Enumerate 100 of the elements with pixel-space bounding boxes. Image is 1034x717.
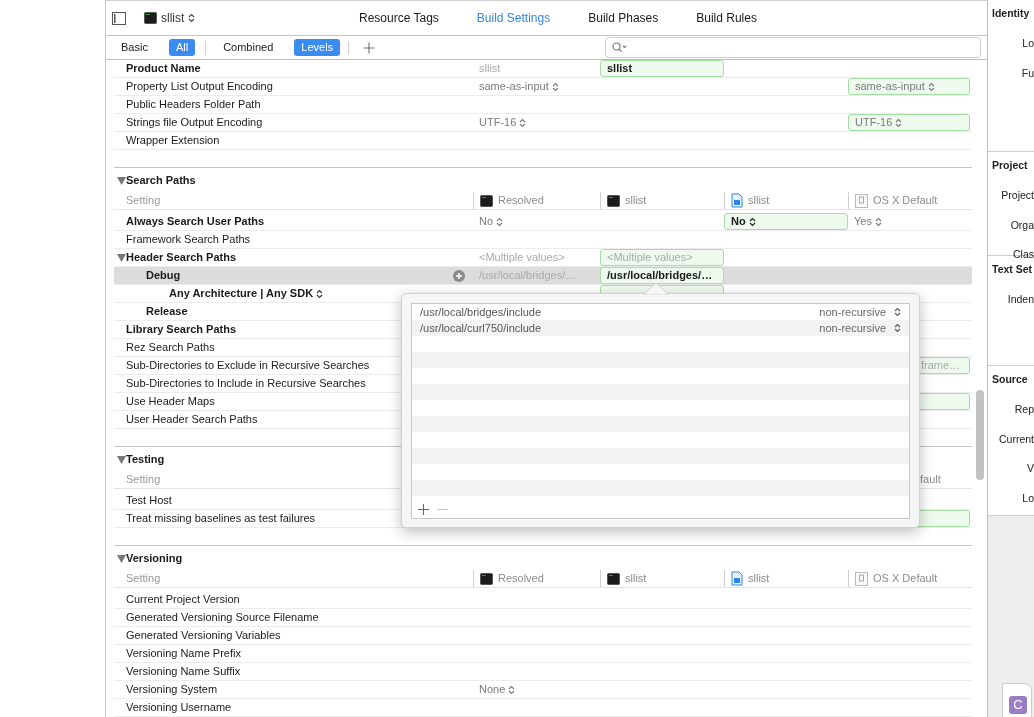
column-header: Resolved: [498, 193, 544, 209]
path-row[interactable]: /usr/local/curl750/include non-recursive: [412, 320, 909, 336]
disclosure-down-icon[interactable]: [117, 254, 126, 262]
terminal-icon: [480, 572, 493, 585]
search-field[interactable]: [605, 37, 981, 58]
column-header: sllist: [748, 193, 770, 209]
column-header: OS X Default: [873, 193, 938, 209]
setting-value: None: [479, 682, 506, 698]
filter-button[interactable]: Combined: [216, 39, 281, 56]
section-title: Versioning: [126, 550, 183, 566]
add-icon[interactable]: [363, 41, 376, 54]
disclosure-down-icon[interactable]: [117, 456, 126, 464]
device-icon: [855, 193, 868, 208]
value-field[interactable]: same-as-input: [848, 78, 970, 95]
inspector-label: Fu: [1021, 65, 1034, 81]
setting-value: No: [479, 214, 494, 230]
setting-name: Header Search Paths: [126, 250, 237, 266]
setting-name: Treat missing baselines as test failures: [126, 511, 316, 527]
setting-name: Use Header Maps: [126, 394, 215, 410]
inspector-label: Rep: [1014, 401, 1034, 417]
setting-name: Versioning Name Prefix: [126, 646, 241, 662]
add-circle-icon[interactable]: [453, 270, 465, 282]
setting-name: Wrapper Extension: [126, 133, 220, 149]
column-header: OS X Default: [873, 571, 938, 587]
setting-name: User Header Search Paths: [126, 412, 258, 428]
device-icon: [855, 571, 868, 586]
setting-name: Versioning Username: [126, 700, 232, 716]
editor-tab[interactable]: Resource Tags: [359, 9, 439, 27]
value-field[interactable]: UTF-16: [848, 114, 970, 131]
inspector-heading: Identity: [992, 6, 1031, 21]
inspector-heading: Text Set: [992, 262, 1034, 277]
terminal-icon: [144, 12, 157, 24]
setting-name: Any Architecture | Any SDK: [169, 286, 314, 302]
setting-value: sllist: [607, 61, 633, 77]
terminal-icon: [480, 194, 493, 207]
column-header: sllist: [748, 571, 770, 587]
inspector-label: Inden: [1007, 291, 1034, 307]
inspector-label: Project: [1001, 187, 1034, 203]
setting-name: Generated Versioning Source Filename: [126, 610, 319, 626]
setting-name: Versioning System: [126, 682, 218, 698]
inspector-label: Lo: [1022, 35, 1034, 51]
document-icon: [731, 571, 743, 586]
inspector-label: V: [1027, 461, 1034, 477]
terminal-icon: [607, 572, 620, 585]
setting-name: Rez Search Paths: [126, 340, 215, 356]
editor-tab[interactable]: Build Phases: [588, 9, 659, 27]
value-field[interactable]: sllist: [600, 60, 724, 77]
inspector-label: Lo: [1022, 491, 1034, 506]
setting-name: Strings file Output Encoding: [126, 115, 263, 131]
section-title: Testing: [126, 451, 165, 467]
editor-tab[interactable]: Build Rules: [696, 9, 757, 27]
value-field[interactable]: No: [724, 213, 848, 230]
setting-value: sllist: [479, 61, 501, 77]
terminal-icon: [607, 194, 620, 207]
setting-name: Sub-Directories to Include in Recursive Searches: [126, 376, 366, 392]
inspector-label: Current: [999, 431, 1034, 447]
setting-value: UTF-16: [479, 115, 517, 131]
stepper-icon: [894, 323, 901, 333]
setting-name: Current Project Version: [126, 592, 240, 608]
setting-name: Always Search User Paths: [126, 214, 265, 230]
column-header: sllist: [625, 193, 647, 209]
setting-name: Public Headers Folder Path: [126, 97, 261, 113]
path-text: /usr/local/curl750/include: [420, 320, 542, 336]
target-selector[interactable]: sllist: [144, 9, 196, 27]
disclosure-down-icon[interactable]: [117, 177, 126, 185]
inspector-label: Orga: [1010, 217, 1034, 233]
setting-value: /usr/local/bridges/…: [607, 268, 713, 284]
recursion-popup[interactable]: non-recursive: [819, 303, 901, 321]
filter-button[interactable]: Basic: [114, 39, 155, 56]
path-text: /usr/local/bridges/include: [420, 304, 542, 320]
setting-name: Generated Versioning Variables: [126, 628, 281, 644]
setting-name: Sub-Directories to Exclude in Recursive Searches: [126, 358, 370, 374]
setting-value: <Multiple values>: [479, 250, 565, 266]
setting-value: Yes: [854, 214, 872, 230]
column-header: Setting: [126, 572, 161, 585]
setting-value: No: [731, 214, 746, 230]
section-title: Search Paths: [126, 172, 196, 188]
editor-tab[interactable]: Build Settings: [476, 9, 551, 27]
sidebar-toggle-icon[interactable]: [112, 11, 126, 25]
setting-name: Debug: [146, 268, 181, 284]
setting-value: same-as-input: [479, 79, 549, 95]
setting-name: Framework Search Paths: [126, 232, 251, 248]
setting-value: <Multiple values>: [607, 250, 693, 266]
setting-value: frame…: [921, 358, 961, 374]
inspector-heading: Project: [992, 158, 1029, 173]
value-field[interactable]: /usr/local/bridges/…: [600, 267, 724, 284]
setting-value: same-as-input: [855, 79, 925, 95]
setting-name: Product Name: [126, 61, 201, 77]
inspector-heading: Source: [992, 372, 1029, 387]
column-header: sllist: [625, 571, 647, 587]
setting-name: Versioning Name Suffix: [126, 664, 241, 680]
disclosure-down-icon[interactable]: [117, 555, 126, 563]
document-icon: [731, 193, 743, 208]
setting-name: Release: [146, 304, 188, 320]
search-icon: [612, 42, 628, 53]
recursion-popup[interactable]: non-recursive: [819, 319, 901, 337]
add-icon[interactable]: [418, 503, 429, 515]
inspector-label: Clas: [1013, 247, 1034, 263]
scrollbar[interactable]: [975, 390, 984, 480]
stepper-icon: [894, 307, 901, 317]
